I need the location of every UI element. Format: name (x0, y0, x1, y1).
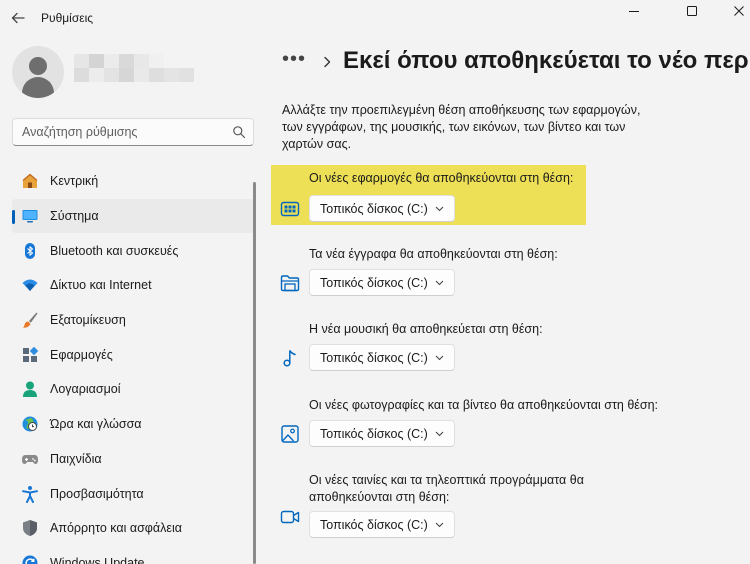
sidebar-item-label: Εξατομίκευση (50, 313, 126, 328)
update-icon (21, 554, 39, 564)
chevron-down-icon (435, 280, 444, 286)
search-input[interactable] (22, 125, 222, 139)
avatar-body (22, 77, 54, 98)
dropdown-value: Τοπικός δίσκος (C:) (320, 518, 428, 532)
bluetooth-icon (21, 242, 39, 260)
sidebar-item-gaming[interactable]: Παιχνίδια (12, 442, 256, 477)
documents-folder-icon (280, 275, 300, 292)
setting-label-documents: Τα νέα έγγραφα θα αποθηκεύονται στη θέση… (309, 247, 558, 261)
setting-label-photos: Οι νέες φωτογραφίες και τα βίντεο θα απο… (309, 398, 659, 412)
dropdown-value: Τοπικός δίσκος (C:) (320, 351, 428, 365)
selection-indicator (12, 209, 15, 224)
avatar-head (29, 57, 47, 75)
time-language-icon (21, 415, 39, 433)
sidebar-item-label: Απόρρητο και ασφάλεια (50, 521, 182, 536)
minimize-button[interactable] (611, 0, 657, 22)
system-icon (21, 207, 39, 225)
account-icon (21, 380, 39, 398)
setting-label-music: Η νέα μουσική θα αποθηκεύεται στη θέση: (309, 322, 543, 336)
page-title: Εκεί όπου αποθηκεύεται το νέο περιεχόμεν… (343, 47, 750, 74)
sidebar-item-apps[interactable]: Εφαρμογές (12, 337, 256, 372)
page-description: Αλλάξτε την προεπιλεγμένη θέση αποθήκευσ… (282, 103, 641, 151)
sidebar-item-home[interactable]: Κεντρική (12, 164, 256, 199)
sidebar-nav: Κεντρική Σύστημα Bluetooth και συσκευές … (12, 164, 256, 564)
dropdown-value: Τοπικός δίσκος (C:) (320, 276, 428, 290)
sidebar-item-label: Παιχνίδια (50, 451, 102, 466)
app-title: Ρυθμίσεις (41, 11, 94, 25)
sidebar-item-accessibility[interactable]: Προσβασιμότητα (12, 476, 256, 511)
music-note-icon (283, 350, 296, 367)
apps-icon (21, 346, 39, 364)
search-box[interactable] (12, 118, 254, 146)
documents-location-dropdown[interactable]: Τοπικός δίσκος (C:) (309, 269, 455, 296)
title-bar: Ρυθμίσεις (0, 0, 750, 36)
sidebar-item-network[interactable]: Δίκτυο και Internet (12, 268, 256, 303)
sidebar-item-privacy[interactable]: Απόρρητο και ασφάλεια (12, 511, 256, 546)
arrow-left-icon (11, 12, 25, 24)
sidebar-item-accounts[interactable]: Λογαριασμοί (12, 372, 256, 407)
wifi-icon (21, 276, 39, 294)
sidebar-item-label: Προσβασιμότητα (50, 486, 144, 501)
back-button[interactable] (6, 6, 30, 30)
apps-drive-icon (280, 201, 300, 217)
close-icon (734, 6, 744, 16)
chevron-down-icon (435, 206, 444, 212)
breadcrumb: ••• Εκεί όπου αποθηκεύεται το νέο περιεχ… (282, 44, 750, 80)
accessibility-icon (21, 485, 39, 503)
minimize-icon (629, 11, 639, 12)
home-icon (21, 172, 39, 190)
photo-icon (281, 425, 299, 443)
chevron-right-icon (324, 56, 331, 68)
sidebar-item-time-language[interactable]: Ώρα και γλώσσα (12, 407, 256, 442)
avatar[interactable] (12, 46, 64, 98)
chevron-down-icon (435, 431, 444, 437)
gamepad-icon (21, 450, 39, 468)
shield-icon (21, 519, 39, 537)
dropdown-value: Τοπικός δίσκος (C:) (320, 427, 428, 441)
sidebar-item-bluetooth[interactable]: Bluetooth και συσκευές (12, 233, 256, 268)
sidebar-item-label: Ώρα και γλώσσα (50, 417, 142, 432)
dropdown-value: Τοπικός δίσκος (C:) (320, 202, 428, 216)
sidebar-scrollbar[interactable] (253, 182, 256, 564)
music-location-dropdown[interactable]: Τοπικός δίσκος (C:) (309, 344, 455, 371)
sidebar-item-label: Εφαρμογές (50, 347, 113, 362)
search-icon[interactable] (232, 125, 246, 139)
chevron-down-icon (435, 522, 444, 528)
maximize-icon (687, 6, 697, 16)
video-camera-icon (280, 510, 300, 524)
maximize-button[interactable] (669, 0, 715, 22)
sidebar-item-personalization[interactable]: Εξατομίκευση (12, 303, 256, 338)
brush-icon (21, 311, 39, 329)
sidebar-item-label: Windows Update (50, 555, 145, 564)
movies-location-dropdown[interactable]: Τοπικός δίσκος (C:) (309, 511, 455, 538)
sidebar-item-label: Δίκτυο και Internet (50, 278, 152, 293)
chevron-down-icon (435, 355, 444, 361)
close-button[interactable] (716, 0, 750, 22)
sidebar-item-label: Λογαριασμοί (50, 382, 121, 397)
setting-label-movies: Οι νέες ταινίες και τα τηλεοπτικά προγρά… (309, 473, 584, 504)
breadcrumb-more-button[interactable]: ••• (282, 48, 306, 71)
blurred-user-name (74, 54, 194, 82)
sidebar-item-system[interactable]: Σύστημα (12, 198, 256, 234)
sidebar-item-label: Κεντρική (50, 174, 99, 189)
sidebar-item-label: Bluetooth και συσκευές (50, 243, 179, 258)
sidebar-item-label: Σύστημα (50, 209, 99, 224)
photos-location-dropdown[interactable]: Τοπικός δίσκος (C:) (309, 420, 455, 447)
setting-label-apps: Οι νέες εφαρμογές θα αποθηκεύονται στη θ… (309, 171, 574, 185)
sidebar-item-windows-update[interactable]: Windows Update (12, 546, 256, 564)
apps-location-dropdown[interactable]: Τοπικός δίσκος (C:) (309, 195, 455, 222)
